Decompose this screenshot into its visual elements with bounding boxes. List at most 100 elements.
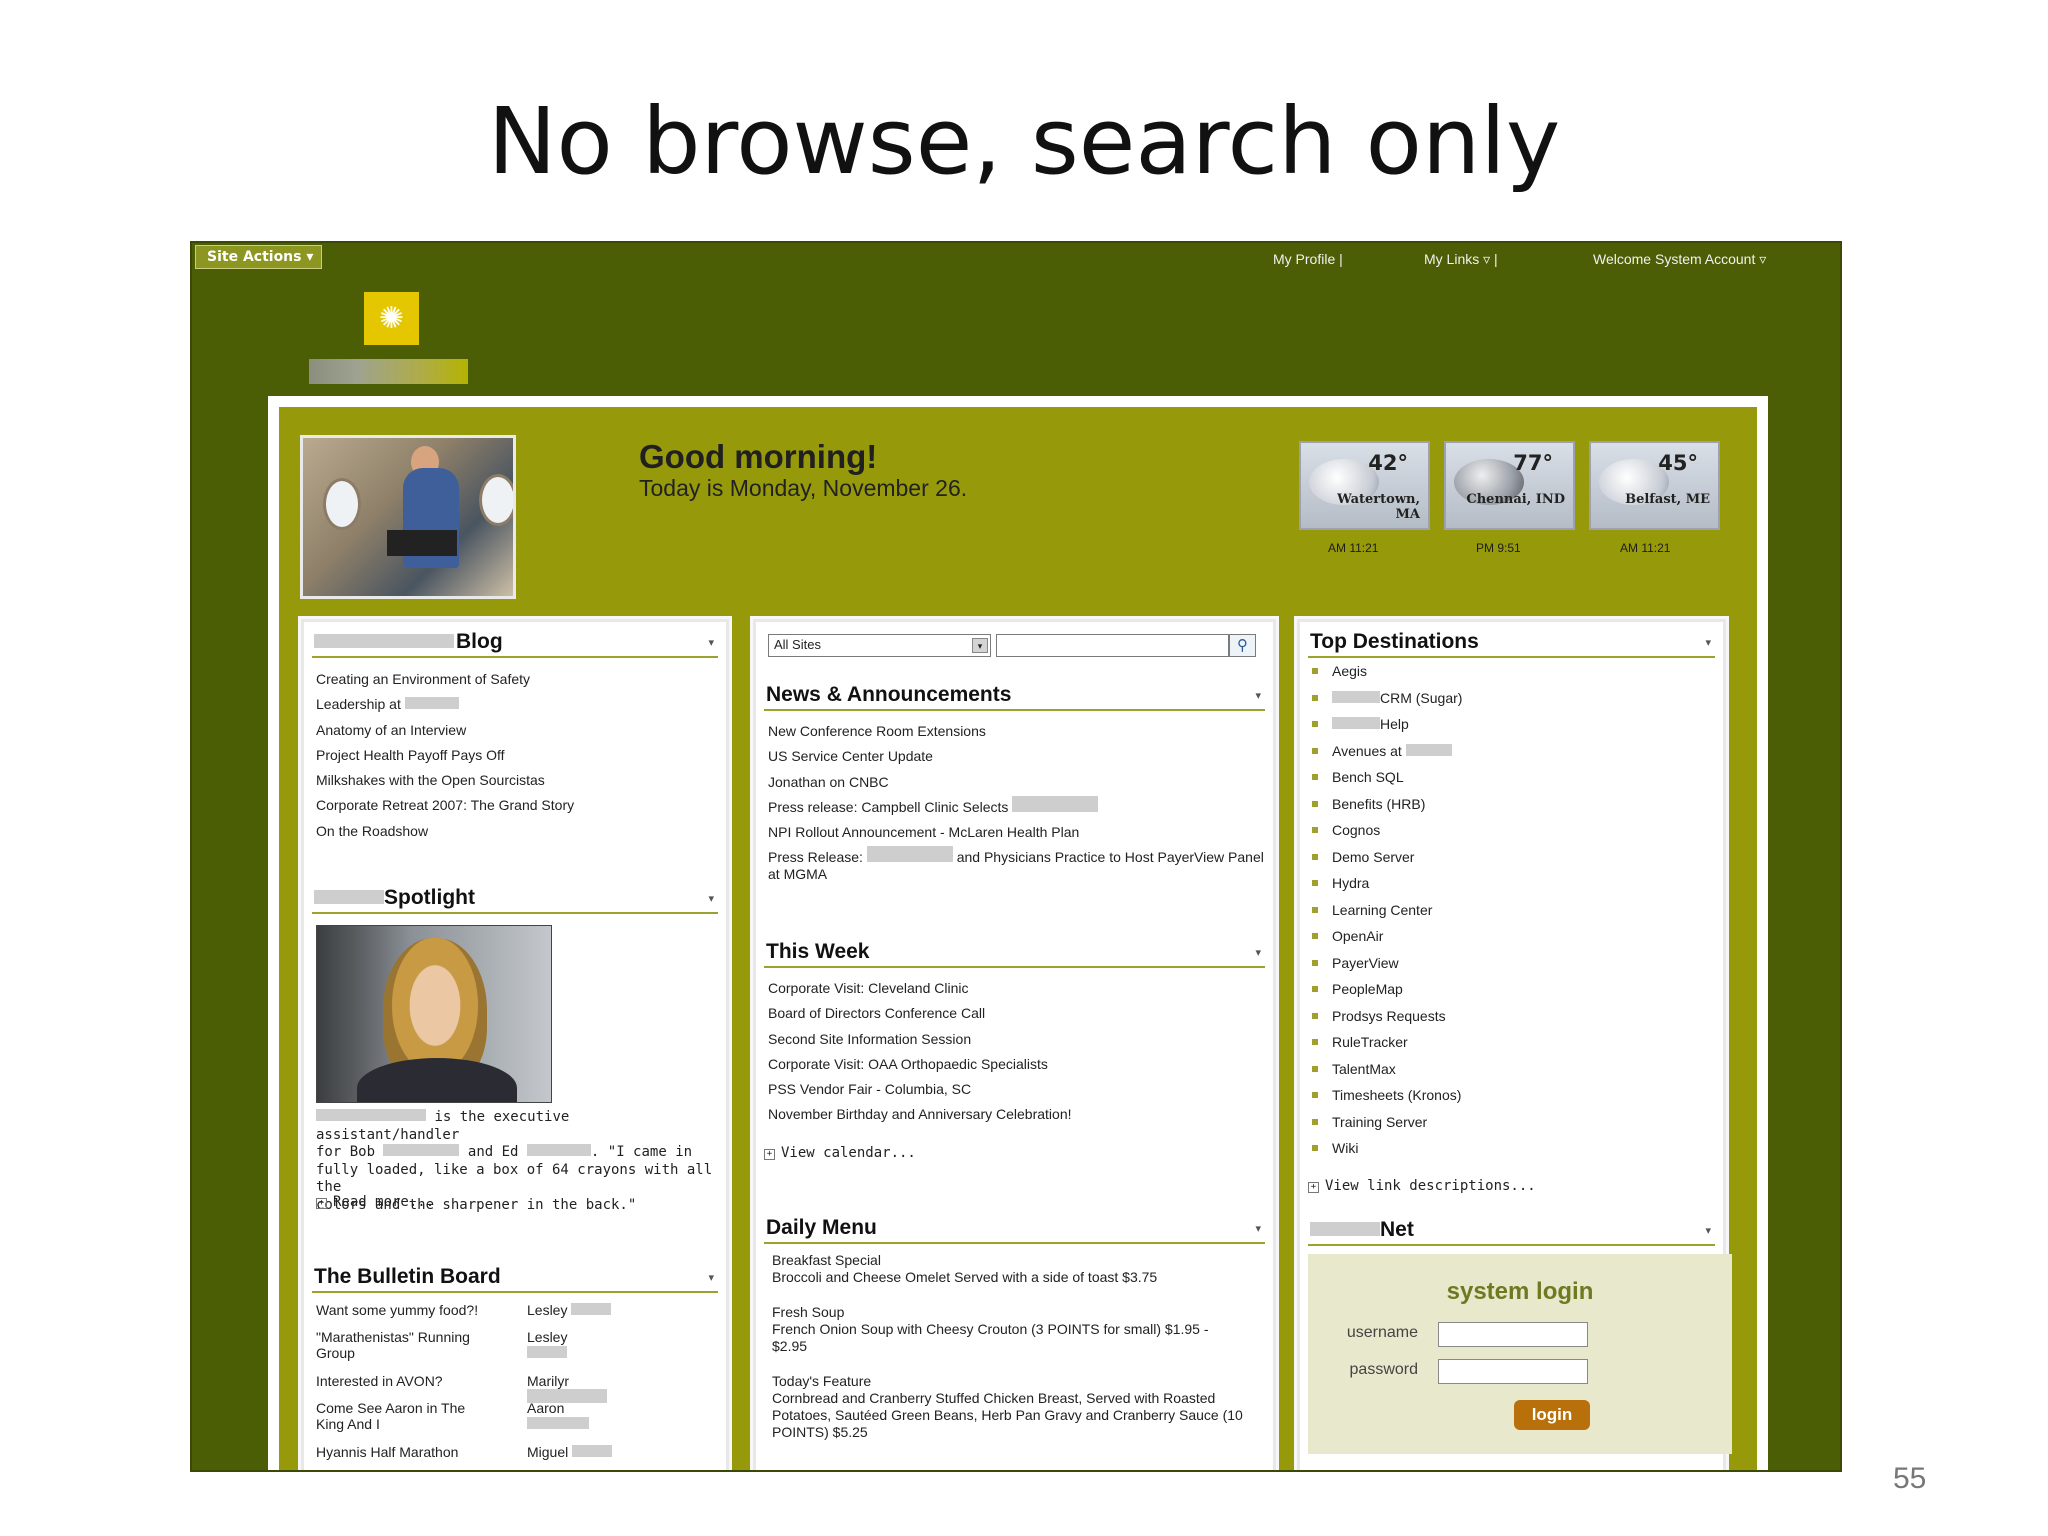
password-label: password — [1349, 1361, 1418, 1378]
news-item[interactable]: Jonathan on CNBC — [768, 770, 1098, 795]
weather-card-chennai[interactable]: 77° Chennai, IND — [1444, 441, 1575, 530]
chevron-down-icon[interactable]: ▾ — [1255, 946, 1261, 959]
my-profile-link[interactable]: My Profile | — [1273, 251, 1343, 267]
destination-link[interactable]: Demo Server — [1312, 844, 1462, 871]
chevron-down-icon[interactable]: ▾ — [708, 1271, 714, 1284]
chevron-down-icon[interactable]: ▾ — [1705, 1224, 1711, 1237]
destination-link[interactable]: OpenAir — [1312, 923, 1462, 950]
blog-item[interactable]: Project Health Payoff Pays Off — [316, 743, 574, 768]
destination-link[interactable]: PeopleMap — [1312, 976, 1462, 1003]
destination-link[interactable]: Learning Center — [1312, 897, 1462, 924]
destination-link[interactable]: CRM (Sugar) — [1312, 685, 1462, 712]
destinations-list: Aegis CRM (Sugar) Help Avenues at Bench … — [1312, 658, 1462, 1162]
destination-link[interactable]: Help — [1312, 711, 1462, 738]
my-links-menu[interactable]: My Links ▿ | — [1424, 251, 1498, 268]
event-item[interactable]: PSS Vendor Fair - Columbia, SC — [768, 1077, 1072, 1102]
bulletin-row[interactable]: Come See Aaron in The King And I Aaron — [316, 1400, 589, 1432]
blog-item[interactable]: On the Roadshow — [316, 819, 574, 844]
login-button[interactable]: login — [1514, 1400, 1590, 1430]
destination-link[interactable]: Cognos — [1312, 817, 1462, 844]
destination-link[interactable]: PayerView — [1312, 950, 1462, 977]
spotlight-header: Spotlight ▾ — [312, 886, 718, 914]
bulletin-header: The Bulletin Board ▾ — [312, 1265, 718, 1293]
bulletin-title: The Bulletin Board — [314, 1265, 501, 1288]
destination-link[interactable]: Avenues at — [1312, 738, 1462, 765]
destination-link[interactable]: Hydra — [1312, 870, 1462, 897]
destination-link[interactable]: RuleTracker — [1312, 1029, 1462, 1056]
greeting-title: Good morning! — [639, 438, 878, 475]
destination-link[interactable]: Aegis — [1312, 658, 1462, 685]
portal-screenshot: Site Actions ▾ My Profile | My Links ▿ |… — [190, 241, 1842, 1472]
login-title: system login — [1446, 1278, 1594, 1305]
bulletin-row[interactable]: Hyannis Half Marathon Miguel — [316, 1444, 616, 1460]
daily-menu-soup: Fresh Soup French Onion Soup with Cheesy… — [772, 1304, 1209, 1354]
chevron-down-icon[interactable]: ▾ — [1255, 1222, 1261, 1235]
blog-item[interactable]: Leadership at — [316, 692, 574, 717]
blog-item[interactable]: Anatomy of an Interview — [316, 718, 574, 743]
slide: No browse, search only Site Actions ▾ My… — [0, 0, 2048, 1536]
net-title: Net — [1380, 1218, 1414, 1241]
blog-item[interactable]: Corporate Retreat 2007: The Grand Story — [316, 793, 574, 818]
chevron-down-icon: ▾ — [972, 638, 988, 653]
username-field[interactable] — [1438, 1322, 1588, 1347]
news-item[interactable]: Press Release: and Physicians Practice t… — [768, 846, 1264, 883]
destination-link[interactable]: Prodsys Requests — [1312, 1003, 1462, 1030]
slide-title: No browse, search only — [487, 88, 1561, 195]
search-icon[interactable]: ⚲ — [1229, 634, 1256, 657]
hero-photo — [300, 435, 516, 599]
read-more-link[interactable]: + Read more... — [316, 1194, 434, 1210]
search-scope-select[interactable]: All Sites ▾ — [768, 634, 991, 657]
destination-link[interactable]: Wiki — [1312, 1135, 1462, 1162]
view-calendar-link[interactable]: + View calendar... — [764, 1145, 916, 1161]
chevron-down-icon[interactable]: ▾ — [1705, 636, 1711, 649]
event-item[interactable]: Corporate Visit: OAA Orthopaedic Special… — [768, 1052, 1072, 1077]
chevron-down-icon[interactable]: ▾ — [708, 892, 714, 905]
weather-city: Chennai, IND — [1466, 492, 1565, 507]
blog-item[interactable]: Creating an Environment of Safety — [316, 667, 574, 692]
destination-link[interactable]: Training Server — [1312, 1109, 1462, 1136]
destination-link[interactable]: Benefits (HRB) — [1312, 791, 1462, 818]
weather-city: Belfast, ME — [1625, 492, 1710, 507]
weather-card-watertown[interactable]: 42° Watertown, MA — [1299, 441, 1430, 530]
weather-time: PM 9:51 — [1476, 541, 1521, 555]
password-field[interactable] — [1438, 1359, 1588, 1384]
news-item[interactable]: NPI Rollout Announcement - McLaren Healt… — [768, 820, 1098, 845]
destination-link[interactable]: Bench SQL — [1312, 764, 1462, 791]
news-list: New Conference Room Extensions US Servic… — [768, 719, 1099, 845]
search-input[interactable] — [996, 634, 1229, 657]
event-item[interactable]: Second Site Information Session — [768, 1027, 1072, 1052]
weather-temp: 42° — [1368, 451, 1408, 475]
blog-header: Blog ▾ — [312, 630, 718, 658]
view-link-descriptions[interactable]: + View link descriptions... — [1308, 1178, 1536, 1194]
destination-link[interactable]: TalentMax — [1312, 1056, 1462, 1083]
news-item[interactable]: New Conference Room Extensions — [768, 719, 1098, 744]
news-header: News & Announcements ▾ — [764, 683, 1265, 711]
bulletin-row[interactable]: Want some yummy food?! Lesley — [316, 1302, 616, 1318]
blog-item[interactable]: Milkshakes with the Open Sourcistas — [316, 768, 574, 793]
slide-number: 55 — [1893, 1462, 1927, 1495]
event-item[interactable]: Corporate Visit: Cleveland Clinic — [768, 976, 1072, 1001]
news-item[interactable]: Press release: Campbell Clinic Selects — [768, 795, 1099, 820]
event-item[interactable]: November Birthday and Anniversary Celebr… — [768, 1102, 1072, 1127]
date-line: Today is Monday, November 26. — [639, 475, 968, 501]
net-header: Net ▾ — [1308, 1218, 1715, 1246]
bulletin-row[interactable]: Interested in AVON? Marilyr — [316, 1373, 616, 1403]
expand-icon: + — [1308, 1182, 1319, 1193]
expand-icon: + — [764, 1149, 775, 1160]
event-item[interactable]: Board of Directors Conference Call — [768, 1001, 1072, 1026]
site-actions-button[interactable]: Site Actions ▾ — [195, 245, 322, 269]
spotlight-photo — [316, 925, 552, 1103]
expand-icon: + — [316, 1198, 327, 1209]
news-item[interactable]: US Service Center Update — [768, 744, 1098, 769]
daily-menu-title: Daily Menu — [766, 1216, 877, 1239]
bulletin-row[interactable]: "Marathenistas" Running Group Lesley — [316, 1329, 567, 1361]
destination-link[interactable]: Timesheets (Kronos) — [1312, 1082, 1462, 1109]
weather-time: AM 11:21 — [1328, 541, 1379, 555]
chevron-down-icon[interactable]: ▾ — [1255, 689, 1261, 702]
chevron-down-icon[interactable]: ▾ — [708, 636, 714, 649]
weather-card-belfast[interactable]: 45° Belfast, ME — [1589, 441, 1720, 530]
welcome-menu[interactable]: Welcome System Account ▿ — [1593, 251, 1766, 268]
top-destinations-title: Top Destinations — [1310, 630, 1479, 653]
middle-column: All Sites ▾ ⚲ News & Announcements ▾ New… — [750, 616, 1279, 1470]
left-column: Blog ▾ Creating an Environment of Safety… — [298, 616, 732, 1470]
